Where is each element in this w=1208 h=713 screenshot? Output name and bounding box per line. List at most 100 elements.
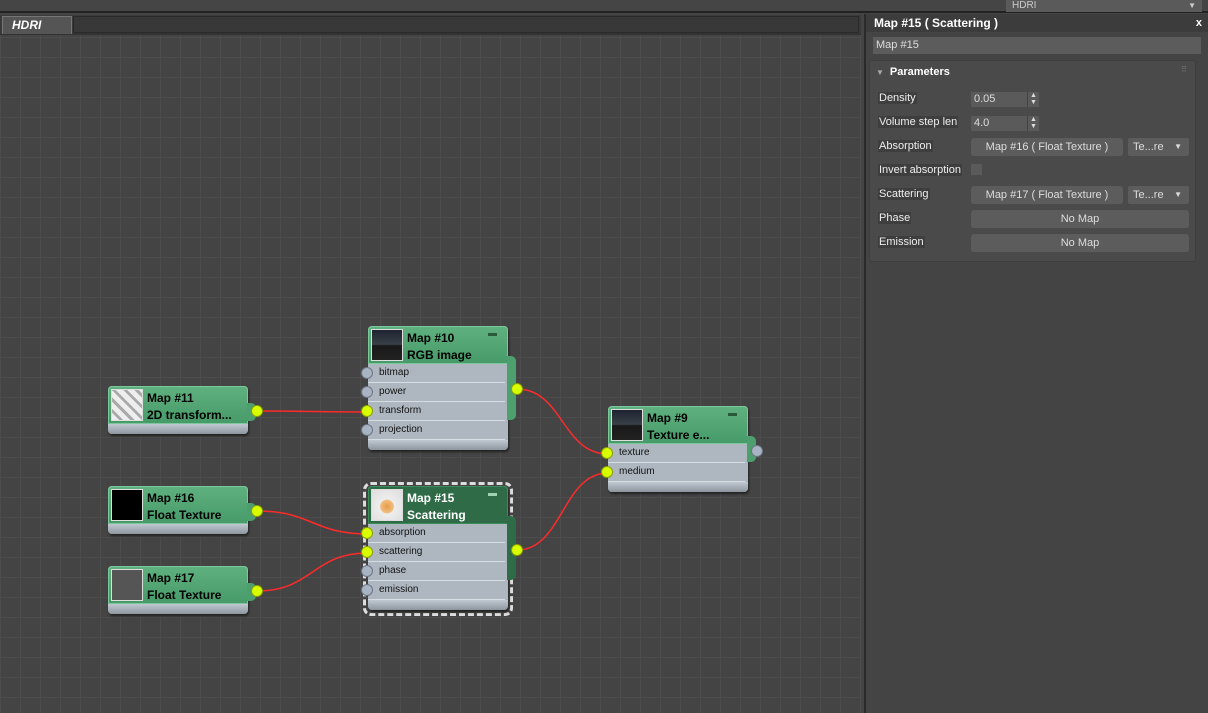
thumbnail-hdri-icon	[371, 329, 403, 361]
grip-icon: ⠿	[1181, 65, 1187, 74]
node-type: Scattering	[407, 508, 466, 522]
scattering-label: Scattering	[878, 188, 930, 200]
slot-label: emission	[379, 584, 419, 595]
close-icon[interactable]: x	[1196, 14, 1202, 32]
output-port[interactable]	[511, 544, 523, 556]
output-port[interactable]	[251, 585, 263, 597]
absorption-dropdown[interactable]: Te...re ▼	[1128, 138, 1189, 156]
node-footer	[108, 524, 248, 534]
node-name: Map #15	[407, 491, 455, 505]
thumbnail-sphere-icon	[371, 489, 403, 521]
input-slot-medium: medium	[601, 463, 745, 482]
emission-map-button[interactable]: No Map	[971, 234, 1189, 252]
wire-n17-n15[interactable]	[256, 552, 369, 592]
slot-label: transform	[379, 405, 422, 416]
node-name: Map #17	[147, 571, 195, 585]
node-header[interactable]: Map #15 Scattering	[368, 486, 508, 524]
input-slot-bitmap: bitmap	[361, 364, 505, 383]
node-view[interactable]: HDRI Map #11 2D transform... Map #10 RGB…	[0, 15, 861, 713]
input-slot-absorption: absorption	[361, 524, 505, 543]
node-name: Map #9	[647, 411, 688, 425]
rollout-title: Parameters	[889, 66, 950, 78]
node-map-10[interactable]: Map #10 RGB image bitmap power transform pro…	[361, 326, 523, 450]
invert-absorption-checkbox[interactable]	[971, 164, 982, 175]
parameters-rollout: ▼ Parameters ⠿ Density 0.05 ▲ ▼ Volume step…	[869, 60, 1196, 262]
input-port[interactable]	[361, 424, 373, 436]
chevron-down-icon: ▼	[1174, 190, 1182, 199]
node-type: Texture e...	[647, 428, 710, 442]
input-port[interactable]	[361, 367, 373, 379]
node-header[interactable]: Map #11 2D transform...	[108, 386, 248, 424]
thumbnail-hdri-icon	[611, 409, 643, 441]
input-port[interactable]	[361, 546, 373, 558]
node-map-17[interactable]: Map #17 Float Texture	[108, 566, 263, 614]
density-value: 0.05	[974, 93, 996, 105]
input-port[interactable]	[361, 584, 373, 596]
collapse-icon[interactable]	[728, 413, 737, 416]
node-header[interactable]: Map #17 Float Texture	[108, 566, 248, 604]
view-dropdown[interactable]: HDRI ▼	[1006, 0, 1202, 12]
slot-label: power	[379, 386, 407, 397]
node-header[interactable]: Map #9 Texture e...	[608, 406, 748, 444]
panel-title-text: Map #15 ( Scattering )	[874, 16, 999, 30]
input-slot-phase: phase	[361, 562, 505, 581]
chevron-down-icon: ▼	[1174, 142, 1182, 151]
slot-label: texture	[619, 447, 650, 458]
input-port[interactable]	[601, 447, 613, 459]
scattering-map-button[interactable]: Map #17 ( Float Texture )	[971, 186, 1123, 204]
spinner-arrows-icon[interactable]: ▲ ▼	[1027, 116, 1039, 131]
output-port[interactable]	[251, 505, 263, 517]
absorption-label: Absorption	[878, 140, 933, 152]
input-slot-texture: texture	[601, 444, 745, 463]
absorption-map-button[interactable]: Map #16 ( Float Texture )	[971, 138, 1123, 156]
node-name: Map #16	[147, 491, 195, 505]
output-port[interactable]	[751, 445, 763, 457]
input-port[interactable]	[361, 386, 373, 398]
step-spinner[interactable]: 4.0 ▲ ▼	[971, 116, 1039, 131]
wire-n15-n9[interactable]	[516, 472, 609, 551]
collapse-icon[interactable]	[488, 333, 497, 336]
absorption-dropdown-value: Te...re	[1133, 141, 1164, 153]
map-name-field[interactable]: Map #15	[873, 37, 1201, 54]
node-footer	[368, 440, 508, 450]
node-map-16[interactable]: Map #16 Float Texture	[108, 486, 263, 534]
wire-n16-n15[interactable]	[256, 510, 369, 535]
thumbnail-black-icon	[111, 489, 143, 521]
node-header[interactable]: Map #16 Float Texture	[108, 486, 248, 524]
input-slot-emission: emission	[361, 581, 505, 600]
input-port[interactable]	[361, 527, 373, 539]
node-type: RGB image	[407, 348, 472, 362]
thumbnail-transform-icon	[111, 389, 143, 421]
input-slot-scattering: scattering	[361, 543, 505, 562]
input-port[interactable]	[361, 405, 373, 417]
chevron-down-icon: ▼	[1188, 1, 1196, 10]
phase-map-button[interactable]: No Map	[971, 210, 1189, 228]
wire-n11-n10[interactable]	[256, 410, 369, 413]
node-map-9[interactable]: Map #9 Texture e... texture medium	[601, 406, 763, 492]
emission-label: Emission	[878, 236, 925, 248]
parameter-panel: Map #15 ( Scattering ) x Map #15 ▼ Paramet…	[864, 14, 1208, 713]
input-port[interactable]	[361, 565, 373, 577]
input-slot-projection: projection	[361, 421, 505, 440]
density-spinner[interactable]: 0.05 ▲ ▼	[971, 92, 1039, 107]
spinner-arrows-icon[interactable]: ▲ ▼	[1027, 92, 1039, 107]
slot-label: phase	[379, 565, 407, 576]
view-dropdown-value: HDRI	[1012, 0, 1037, 11]
output-port[interactable]	[251, 405, 263, 417]
collapse-arrow-icon: ▼	[876, 68, 884, 77]
scattering-dropdown[interactable]: Te...re ▼	[1128, 186, 1189, 204]
input-port[interactable]	[601, 466, 613, 478]
collapse-icon[interactable]	[488, 493, 497, 496]
slot-label: medium	[619, 466, 655, 477]
scattering-dropdown-value: Te...re	[1133, 189, 1164, 201]
slot-label: absorption	[379, 527, 426, 538]
rollout-header[interactable]: ▼ Parameters	[876, 66, 950, 78]
node-footer	[608, 482, 748, 492]
slot-label: scattering	[379, 546, 423, 557]
node-header[interactable]: Map #10 RGB image	[368, 326, 508, 364]
node-map-11[interactable]: Map #11 2D transform...	[108, 386, 263, 434]
wire-n10-n9[interactable]	[516, 388, 609, 455]
step-label: Volume step len	[878, 116, 959, 128]
output-port[interactable]	[511, 383, 523, 395]
node-map-15[interactable]: Map #15 Scattering absorption scattering ph…	[361, 486, 523, 610]
